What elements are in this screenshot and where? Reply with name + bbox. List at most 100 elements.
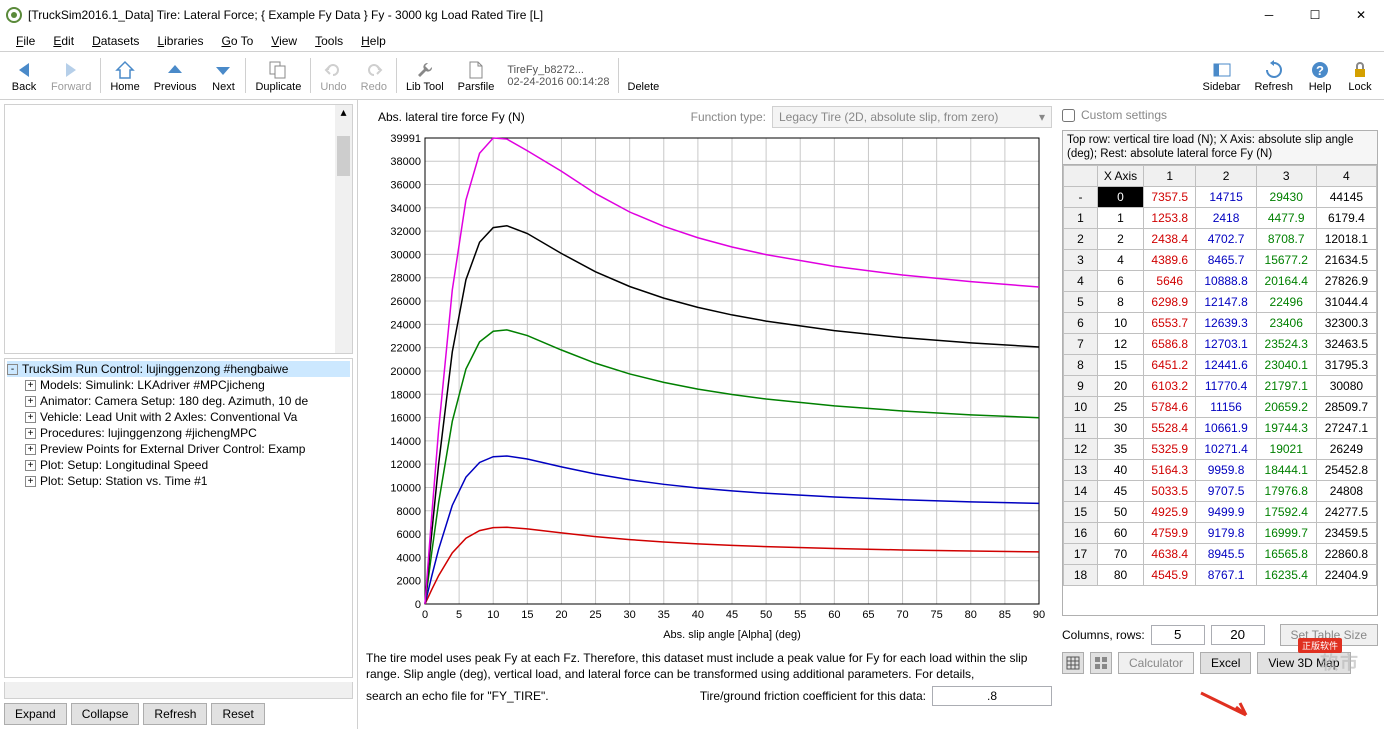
refresh-tree-button[interactable]: Refresh xyxy=(143,703,207,725)
tree-item[interactable]: +Procedures: lujinggenzong #jichengMPC xyxy=(7,425,350,441)
svg-text:12000: 12000 xyxy=(390,459,421,471)
svg-text:8000: 8000 xyxy=(397,506,421,518)
tree-item[interactable]: +Animator: Camera Setup: 180 deg. Azimut… xyxy=(7,393,350,409)
svg-text:30000: 30000 xyxy=(390,249,421,261)
svg-text:0: 0 xyxy=(415,599,421,611)
tree-item[interactable]: +Models: Simulink: LKAdriver #MPCjicheng xyxy=(7,377,350,393)
sidebar-icon xyxy=(1211,59,1233,81)
svg-text:16000: 16000 xyxy=(390,413,421,425)
tree-view[interactable]: -TruckSim Run Control: lujinggenzong #he… xyxy=(4,358,353,678)
menu-datasets[interactable]: Datasets xyxy=(84,32,147,50)
svg-text:80: 80 xyxy=(965,609,977,621)
svg-text:38000: 38000 xyxy=(390,156,421,168)
menu-tools[interactable]: Tools xyxy=(307,32,351,50)
next-button[interactable]: Next xyxy=(203,54,243,97)
home-button[interactable]: Home xyxy=(103,54,146,97)
columns-input[interactable] xyxy=(1151,625,1205,645)
svg-text:20: 20 xyxy=(555,609,567,621)
function-type-label: Function type: xyxy=(691,110,766,124)
menu-file[interactable]: File xyxy=(8,32,43,50)
cols-rows-label: Columns, rows: xyxy=(1062,628,1145,642)
left-top-list[interactable]: ▴ xyxy=(4,104,353,354)
svg-text:4000: 4000 xyxy=(397,552,421,564)
calculator-button[interactable]: Calculator xyxy=(1118,652,1194,674)
refresh-button[interactable]: Refresh xyxy=(1247,54,1300,97)
app-icon xyxy=(6,7,22,23)
forward-button[interactable]: Forward xyxy=(44,54,98,97)
friction-coef-input[interactable] xyxy=(932,686,1052,706)
menu-view[interactable]: View xyxy=(263,32,305,50)
svg-text:32000: 32000 xyxy=(390,226,421,238)
tree-item[interactable]: +Plot: Setup: Longitudinal Speed xyxy=(7,457,350,473)
table-view-icon[interactable] xyxy=(1062,652,1084,674)
wrench-icon xyxy=(414,59,436,81)
svg-text:10: 10 xyxy=(487,609,499,621)
delete-button[interactable]: Delete xyxy=(621,54,667,97)
friction-coef-label: Tire/ground friction coefficient for thi… xyxy=(700,689,926,703)
scrollbar-horizontal[interactable] xyxy=(4,682,353,699)
chart-ylabel: Abs. lateral tire force Fy (N) xyxy=(366,110,691,124)
svg-text:25: 25 xyxy=(589,609,601,621)
rows-input[interactable] xyxy=(1211,625,1265,645)
svg-text:2000: 2000 xyxy=(397,576,421,588)
sidebar-button[interactable]: Sidebar xyxy=(1196,54,1248,97)
redo-button[interactable]: Redo xyxy=(354,54,394,97)
scrollbar-vertical[interactable]: ▴ xyxy=(335,105,352,353)
data-table[interactable]: X Axis1234-07357.5147152943044145111253.… xyxy=(1062,164,1378,616)
svg-text:34000: 34000 xyxy=(390,203,421,215)
forward-arrow-icon xyxy=(60,59,82,81)
undo-button[interactable]: Undo xyxy=(313,54,353,97)
expand-button[interactable]: Expand xyxy=(4,703,67,725)
redo-icon xyxy=(363,59,385,81)
svg-text:36000: 36000 xyxy=(390,180,421,192)
svg-text:90: 90 xyxy=(1033,609,1045,621)
minimize-button[interactable]: ─ xyxy=(1246,0,1292,30)
chart-area[interactable]: 0200040006000800010000120001400016000180… xyxy=(366,130,1052,644)
svg-text:10000: 10000 xyxy=(390,482,421,494)
grid-view-icon[interactable] xyxy=(1090,652,1112,674)
libtool-button[interactable]: Lib Tool xyxy=(399,54,451,97)
previous-button[interactable]: Previous xyxy=(147,54,204,97)
svg-text:65: 65 xyxy=(862,609,874,621)
svg-text:75: 75 xyxy=(931,609,943,621)
close-button[interactable]: ✕ xyxy=(1338,0,1384,30)
menu-goto[interactable]: Go To xyxy=(213,32,261,50)
function-type-select[interactable]: Legacy Tire (2D, absolute slip, from zer… xyxy=(772,106,1052,128)
svg-text:45: 45 xyxy=(726,609,738,621)
menu-help[interactable]: Help xyxy=(353,32,394,50)
tree-root[interactable]: -TruckSim Run Control: lujinggenzong #he… xyxy=(7,361,350,377)
back-arrow-icon xyxy=(13,59,35,81)
tree-item[interactable]: +Plot: Setup: Station vs. Time #1 xyxy=(7,473,350,489)
parsfile-button[interactable]: Parsfile xyxy=(451,54,502,97)
tree-item[interactable]: +Vehicle: Lead Unit with 2 Axles: Conven… xyxy=(7,409,350,425)
collapse-button[interactable]: Collapse xyxy=(71,703,140,725)
menu-edit[interactable]: Edit xyxy=(45,32,82,50)
down-arrow-icon xyxy=(212,59,234,81)
titlebar: [TruckSim2016.1_Data] Tire: Lateral Forc… xyxy=(0,0,1384,30)
tree-item[interactable]: +Preview Points for External Driver Cont… xyxy=(7,441,350,457)
svg-text:Abs. slip angle [Alpha] (deg): Abs. slip angle [Alpha] (deg) xyxy=(663,629,801,641)
window-title: [TruckSim2016.1_Data] Tire: Lateral Forc… xyxy=(28,8,1246,22)
description-text: The tire model uses peak Fy at each Fz. … xyxy=(366,650,1052,682)
duplicate-button[interactable]: Duplicate xyxy=(248,54,308,97)
svg-text:14000: 14000 xyxy=(390,436,421,448)
delete-icon xyxy=(632,59,654,81)
svg-text:30: 30 xyxy=(624,609,636,621)
excel-button[interactable]: Excel xyxy=(1200,652,1251,674)
parsfile-name: TireFy_b8272... xyxy=(507,64,609,76)
svg-text:26000: 26000 xyxy=(390,296,421,308)
svg-text:40: 40 xyxy=(692,609,704,621)
reset-button[interactable]: Reset xyxy=(211,703,264,725)
file-icon xyxy=(465,59,487,81)
svg-text:6000: 6000 xyxy=(397,529,421,541)
lock-icon xyxy=(1349,59,1371,81)
svg-text:28000: 28000 xyxy=(390,273,421,285)
lock-button[interactable]: Lock xyxy=(1340,54,1380,97)
undo-icon xyxy=(322,59,344,81)
custom-settings-checkbox[interactable] xyxy=(1062,109,1075,122)
svg-text:85: 85 xyxy=(999,609,1011,621)
maximize-button[interactable]: ☐ xyxy=(1292,0,1338,30)
menu-libraries[interactable]: Libraries xyxy=(149,32,211,50)
help-button[interactable]: ?Help xyxy=(1300,54,1340,97)
back-button[interactable]: Back xyxy=(4,54,44,97)
